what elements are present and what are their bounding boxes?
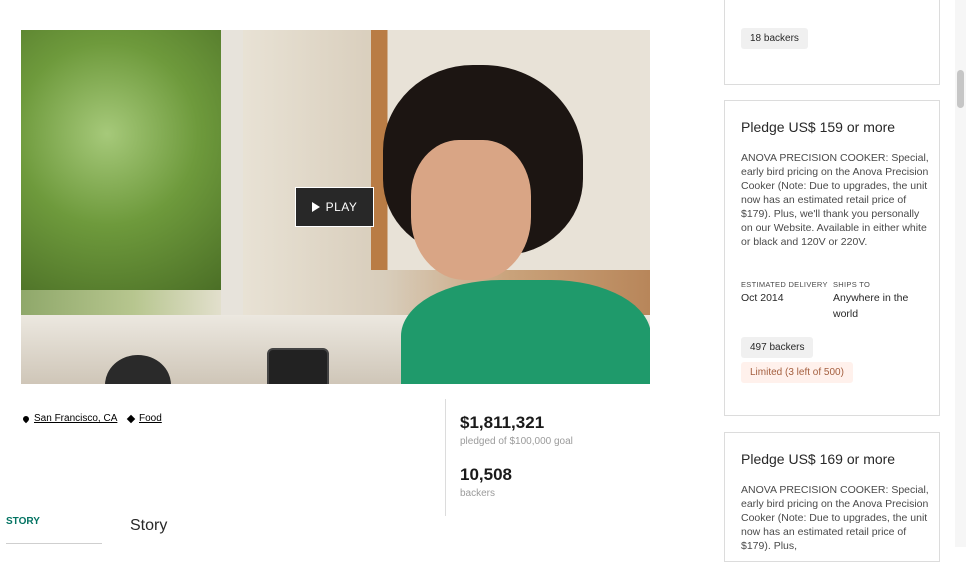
reward-title: Pledge US$ 159 or more [741, 119, 896, 135]
pledged-goal: pledged of $100,000 goal [460, 436, 573, 447]
ships-to-value: Anywhere in the world [833, 292, 909, 320]
backers-count: 10,508 [460, 465, 512, 484]
delivery-label: ESTIMATED DELIVERY [741, 280, 828, 289]
backers-badge: 497 backers [741, 337, 814, 358]
video-person-body [401, 280, 650, 384]
stats-divider [445, 399, 446, 516]
reward-title: Pledge US$ 169 or more [741, 451, 896, 467]
location-label: San Francisco, CA [34, 413, 118, 424]
map-pin-icon [21, 414, 31, 423]
reward-description: ANOVA PRECISION COOKER: Special, early b… [741, 484, 929, 552]
backers-label: backers [460, 488, 496, 499]
video-background-frame [221, 30, 243, 330]
play-button[interactable]: PLAY [295, 187, 374, 227]
reward-card-previous[interactable]: 18 backers [724, 0, 940, 85]
delivery-value: Oct 2014 [741, 292, 784, 304]
category-label: Food [139, 413, 162, 424]
ships-to-label: SHIPS TO [833, 280, 871, 289]
video-phone [267, 348, 329, 384]
story-heading: Story [130, 517, 168, 534]
reward-description: ANOVA PRECISION COOKER: Special, early b… [741, 152, 929, 248]
scrollbar-thumb[interactable] [957, 70, 964, 108]
video-person-face [411, 140, 531, 280]
story-tab-underline [6, 543, 102, 544]
location-link[interactable]: San Francisco, CA [21, 413, 118, 424]
play-icon [311, 202, 320, 212]
backers-badge: 18 backers [741, 28, 808, 49]
category-link[interactable]: Food [126, 413, 162, 424]
reward-card-169[interactable]: Pledge US$ 169 or more ANOVA PRECISION C… [724, 432, 940, 562]
play-label: PLAY [325, 200, 358, 214]
video-background-window [21, 30, 236, 290]
tag-icon [126, 414, 136, 423]
tab-story[interactable]: STORY [6, 516, 40, 527]
reward-card-159[interactable]: Pledge US$ 159 or more ANOVA PRECISION C… [724, 100, 940, 416]
limited-badge: Limited (3 left of 500) [741, 362, 853, 383]
pledged-amount: $1,811,321 [460, 413, 545, 432]
